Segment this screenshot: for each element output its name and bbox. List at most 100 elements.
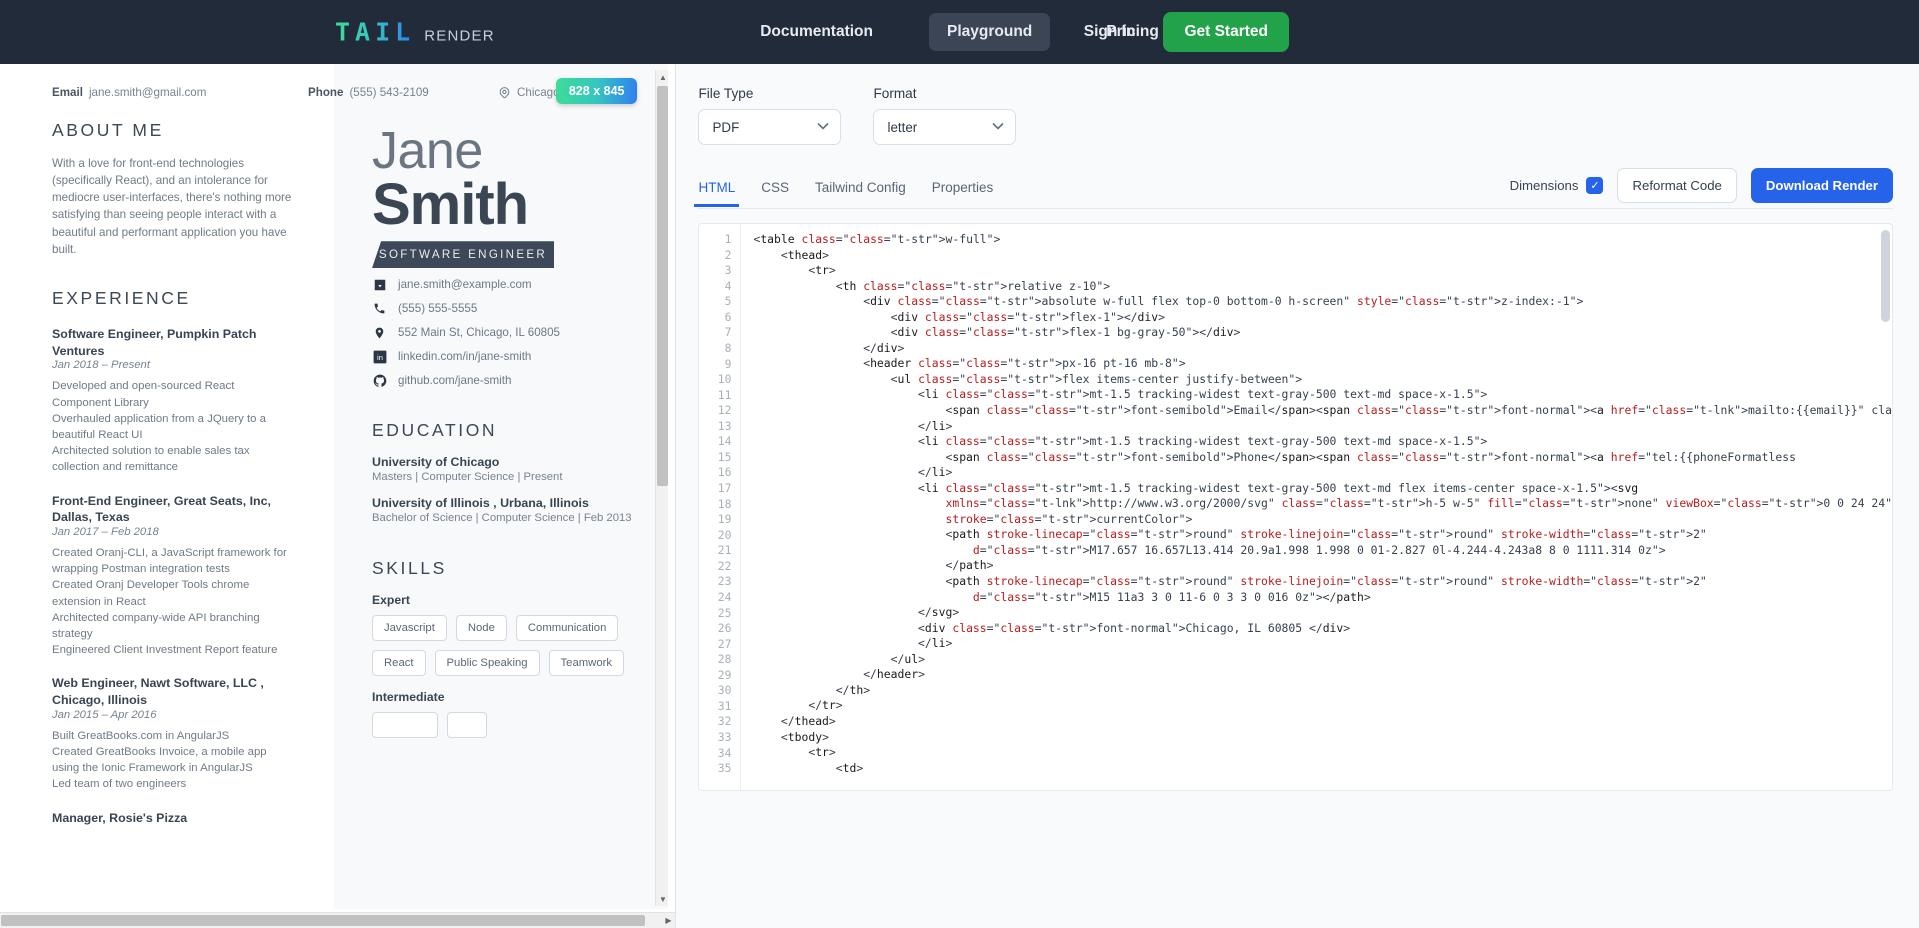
code-line: d="class="t-str">M17.657 16.657L13.414 2… (972, 542, 1666, 557)
code-line-number: 33 (717, 730, 732, 744)
code-line: <div class="class="t-str">absolute w-ful… (753, 294, 1584, 309)
skill-tag: Node (455, 615, 507, 642)
code-line-number: 15 (717, 449, 732, 464)
code-line-number: 29 (717, 667, 732, 682)
reformat-code-button[interactable]: Reformat Code (1617, 168, 1737, 203)
resume-first-name: Jane (372, 122, 483, 180)
code-line: </header> (753, 667, 925, 682)
resume-last-name: Smith (372, 171, 529, 237)
nav-item-documentation[interactable]: Documentation (742, 13, 891, 51)
resume-contact-phone-value: (555) 543-2109 (349, 85, 429, 99)
code-line: <span class="class="t-str">font-semibold… (753, 449, 1796, 464)
download-render-button[interactable]: Download Render (1750, 168, 1893, 203)
code-line-number: 14 (717, 434, 732, 449)
skill-level-intermediate: Intermediate (372, 690, 445, 705)
preview-scroll-thumb-horizontal[interactable] (1, 915, 645, 926)
preview-scroll-thumb-vertical[interactable] (657, 86, 669, 486)
code-line: <span class="class="t-str">font-semibold… (753, 403, 1892, 418)
editor-tab-actions: Dimensions ✓ Reformat Code Download Rend… (1510, 168, 1893, 203)
code-content[interactable]: <table class="class="t-str">w-full"> <th… (741, 224, 1892, 790)
format-label: Format (873, 86, 917, 101)
code-line: </li> (753, 636, 953, 651)
code-line-number: 5 (724, 294, 732, 309)
resume-profile-linkedin: in linkedin.com/in/jane-smith (372, 349, 648, 364)
code-line: <path stroke-linecap="class="t-str">roun… (753, 527, 1707, 542)
sign-in-link[interactable]: Sign In (1084, 23, 1136, 41)
skill-tag: Public Speaking (434, 650, 540, 677)
code-line-number: 8 (724, 340, 732, 355)
code-line: <thead> (753, 247, 829, 262)
code-line-number: 17 (717, 481, 732, 495)
job-bullets: Built GreatBooks.com in AngularJS Create… (52, 729, 267, 791)
resume-about-text: With a love for front-end technologies (… (52, 157, 292, 256)
skill-level-expert: Expert (372, 593, 410, 608)
scroll-right-icon[interactable]: ▶ (661, 913, 675, 928)
nav-actions: Sign In Get Started (1084, 12, 1289, 52)
code-line: xmlns="class="t-lnk">http://www.w3.org/2… (945, 496, 1893, 511)
code-line-number: 3 (724, 263, 732, 278)
code-line-number: 21 (717, 543, 732, 558)
format-select[interactable]: letter (873, 109, 1017, 145)
file-type-label: File Type (698, 86, 754, 101)
nav-item-playground[interactable]: Playground (929, 13, 1051, 51)
inbox-download-icon (372, 277, 387, 292)
tab-html[interactable]: HTML (694, 180, 739, 207)
code-line: </thead> (753, 713, 836, 728)
code-line: <path stroke-linecap="class="t-str">roun… (753, 574, 1707, 589)
code-line-number: 25 (717, 605, 732, 620)
main-content: 828 x 845 Email jane.smith@gmail.com Pho… (0, 64, 1919, 928)
tab-css[interactable]: CSS (761, 180, 789, 206)
skill-tag: Teamwork (548, 650, 625, 677)
preview-vertical-scrollbar[interactable]: ▲ ▼ (655, 70, 669, 906)
map-pin-icon (498, 86, 511, 99)
code-line: <ul class="class="t-str">flex items-cent… (753, 371, 1303, 386)
code-line: <tr> (753, 263, 836, 278)
resume-contact-email: Email jane.smith@gmail.com (52, 86, 308, 99)
code-editor[interactable]: 1 2 3 4 5 6 7 8 9 10 11 12 13 14 15 16 17 18 19 20 21 22 23 24 2… (698, 223, 1893, 791)
skill-tag (372, 712, 438, 739)
get-started-button[interactable]: Get Started (1163, 12, 1289, 52)
dimensions-checkbox[interactable]: ✓ (1586, 177, 1604, 194)
code-line: </tr> (753, 698, 843, 713)
job-bullets: Created Oranj-CLI, a JavaScript framewor… (52, 547, 287, 657)
editor-tabs: HTML CSS Tailwind Config Properties Dime… (694, 168, 1893, 209)
resume-profile-email: jane.smith@example.com (372, 277, 648, 292)
resume-document: Email jane.smith@gmail.com Phone (555) 5… (0, 64, 668, 909)
code-line-number: 9 (724, 356, 732, 371)
scroll-down-icon[interactable]: ▼ (656, 892, 669, 906)
code-line-number: 13 (717, 418, 732, 433)
job-title: Web Engineer, Nawt Software, LLC , Chica… (52, 676, 264, 708)
resume-contact-email-value: jane.smith@gmail.com (88, 85, 207, 99)
tab-tailwind-config[interactable]: Tailwind Config (815, 180, 906, 206)
file-type-value: PDF (712, 119, 740, 135)
export-controls: File Type PDF Format letter (698, 86, 1893, 145)
code-line-numbers: 1 2 3 4 5 6 7 8 9 10 11 12 13 14 15 16 17 18 19 20 21 22 23 24 2… (699, 224, 742, 790)
chevron-down-icon (992, 122, 1005, 133)
tab-properties[interactable]: Properties (932, 180, 994, 206)
code-line-number: 6 (724, 309, 732, 324)
preview-horizontal-scrollbar[interactable]: ▶ (0, 912, 676, 928)
chevron-down-icon (817, 122, 830, 133)
format-control: Format letter (873, 86, 1017, 145)
resume-job-entry: Web Engineer, Nawt Software, LLC , Chica… (52, 675, 294, 792)
code-line-number: 1 (724, 232, 732, 246)
code-line: d="class="t-str">M15 11a3 3 0 11-6 0 3 3… (972, 589, 1371, 604)
code-line: stroke="class="t-str">currentColor"> (945, 511, 1193, 526)
code-line: <div class="class="t-str">flex-1 bg-gray… (753, 325, 1241, 340)
resume-role-banner: SOFTWARE ENGINEER (372, 241, 554, 269)
file-type-control: File Type PDF (698, 86, 842, 145)
resume-skills-heading: SKILLS (372, 558, 447, 579)
code-line-number: 30 (717, 683, 732, 698)
dimensions-toggle[interactable]: Dimensions ✓ (1510, 177, 1604, 194)
resume-profile-email-value: jane.smith@example.com (398, 278, 532, 292)
resume-education-heading: EDUCATION (372, 420, 498, 441)
resume-job-entry: Front-End Engineer, Great Seats, Inc, Da… (52, 493, 294, 659)
skill-tag: React (372, 650, 426, 677)
resume-name: Jane Smith (372, 122, 648, 237)
file-type-select[interactable]: PDF (698, 109, 842, 145)
scroll-up-icon[interactable]: ▲ (656, 70, 669, 84)
resume-profile-linkedin-value: linkedin.com/in/jane-smith (398, 350, 532, 364)
education-school: University of Chicago (372, 455, 500, 470)
code-vertical-scrollbar[interactable] (1881, 230, 1890, 322)
code-line: </th> (753, 682, 871, 697)
